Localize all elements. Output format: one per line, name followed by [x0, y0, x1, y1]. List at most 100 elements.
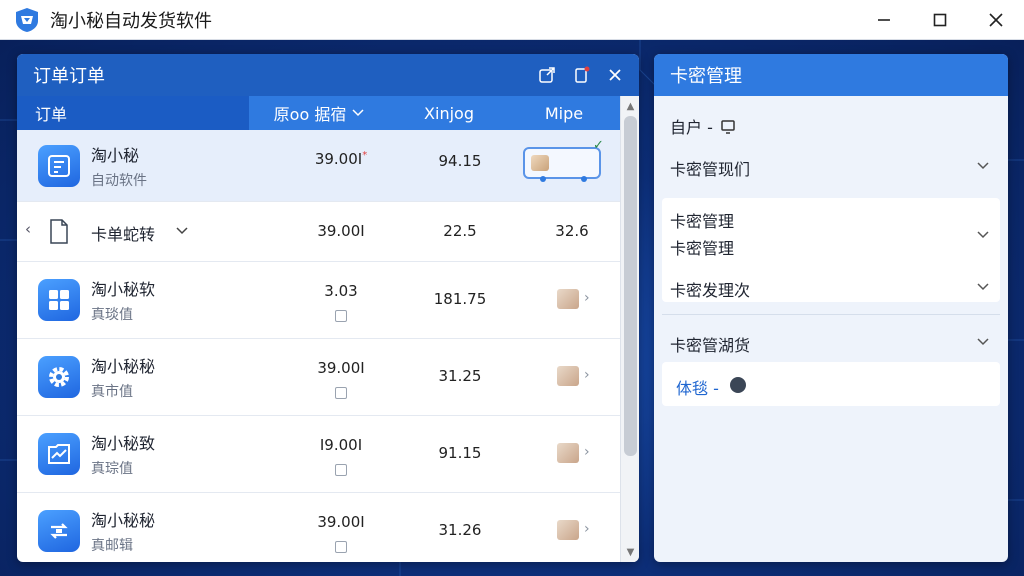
- row-price: 39.00I*: [297, 150, 385, 168]
- refresh-icon: [38, 510, 80, 552]
- export-icon[interactable]: [537, 65, 557, 85]
- scroll-down-icon[interactable]: ▼: [621, 544, 639, 560]
- table-row[interactable]: 淘小秘秘 真市值 39.00I 31.25 ›: [17, 339, 620, 416]
- row-value: 31.26: [438, 521, 482, 539]
- card-panel: 卡密管理 自户 - 卡密管现们 卡密管理 卡密管理 卡密发理次 卡密管湖货 体毯…: [654, 54, 1008, 562]
- link-label[interactable]: 体毯 -: [676, 375, 719, 399]
- chevron-right-icon[interactable]: ›: [584, 367, 590, 383]
- column-header-price[interactable]: 原oo 据宿: [249, 101, 389, 125]
- sub-row-name: 卡单蛇转: [91, 225, 156, 244]
- minimize-button[interactable]: [856, 0, 912, 40]
- close-panel-icon[interactable]: [605, 65, 625, 85]
- delete-icon[interactable]: [571, 65, 591, 85]
- scroll-up-icon[interactable]: ▲: [621, 98, 639, 114]
- vertical-scrollbar[interactable]: ▲ ▼: [620, 96, 639, 562]
- row-subtitle: 真市值: [91, 384, 133, 400]
- handle-dot-icon: [540, 176, 546, 182]
- chevron-down-icon[interactable]: [976, 227, 990, 241]
- table-row[interactable]: 淘小秘致 真琮值 I9.00I 91.15 ›: [17, 416, 620, 493]
- app-icon: [38, 144, 80, 187]
- window-title: 淘小秘自动发货软件: [50, 10, 212, 32]
- row-value: 31.25: [438, 367, 482, 385]
- row-checkbox[interactable]: [335, 541, 347, 553]
- row-subtitle: 自动软件: [91, 173, 147, 189]
- column-header-mipe[interactable]: Mipe: [509, 104, 619, 123]
- title-bar: 淘小秘自动发货软件: [0, 0, 1024, 40]
- row-subtitle: 真琰值: [91, 307, 133, 323]
- column-header-xinjog[interactable]: Xinjog: [389, 104, 509, 123]
- row-name: 淘小秘: [91, 146, 140, 165]
- minimize-icon: [878, 19, 890, 21]
- row-subtitle: 真琮值: [91, 461, 133, 477]
- gear-icon: [38, 356, 80, 398]
- row-price: 39.00I: [317, 359, 365, 377]
- user-label: 自户 -: [670, 118, 713, 137]
- thumbnail-icon: [557, 289, 579, 309]
- order-sub-row[interactable]: ‹ 卡单蛇转 39.00I 22.5 32.6: [17, 202, 620, 262]
- row-name: 淘小秘秘: [91, 357, 156, 376]
- sub-row-mipe: 32.6: [555, 222, 589, 240]
- sub-row-value: 22.5: [443, 222, 477, 240]
- column-header-price-label: 原oo 据宿: [273, 105, 347, 124]
- chevron-right-icon[interactable]: ›: [584, 290, 590, 306]
- row-price: 39.00I: [317, 513, 365, 531]
- monitor-icon: [721, 120, 735, 134]
- row-name: 淘小秘致: [91, 434, 156, 453]
- sub-row-price: 39.00I: [317, 222, 365, 240]
- table-header: 订单 原oo 据宿 Xinjog Mipe: [17, 96, 620, 130]
- maximize-icon: [933, 13, 947, 27]
- row-name: 淘小秘软: [91, 280, 156, 299]
- orders-panel: 订单订单 订单 原oo 据宿 Xinjog Mipe 淘小秘 自动软件 39.0…: [17, 54, 639, 562]
- chart-icon: [38, 433, 80, 475]
- close-icon: [989, 13, 1003, 27]
- order-list: 淘小秘 自动软件 39.00I* 94.15 ✓ ‹ 卡单蛇转 39.00I 2…: [17, 130, 620, 562]
- maximize-button[interactable]: [912, 0, 968, 40]
- chevron-down-icon[interactable]: [976, 279, 990, 293]
- row-checkbox[interactable]: [335, 387, 347, 399]
- thumbnail-icon: [557, 443, 579, 463]
- chevron-left-icon[interactable]: ‹: [25, 220, 31, 238]
- table-row[interactable]: 淘小秘 自动软件 39.00I* 94.15 ✓: [17, 130, 620, 202]
- row-name: 淘小秘秘: [91, 511, 156, 530]
- card-panel-title: 卡密管理: [654, 54, 1008, 96]
- scroll-thumb[interactable]: [624, 116, 637, 456]
- selected-item-box[interactable]: [523, 147, 601, 182]
- orders-panel-header: 订单订单: [17, 54, 639, 96]
- menu-item-label[interactable]: 卡密发理次: [670, 277, 750, 301]
- row-checkbox[interactable]: [335, 310, 347, 322]
- chevron-right-icon[interactable]: ›: [584, 444, 590, 460]
- document-icon: [50, 219, 68, 244]
- row-subtitle: 真邮辑: [91, 538, 133, 554]
- close-window-button[interactable]: [968, 0, 1024, 40]
- chevron-down-icon[interactable]: [976, 158, 990, 172]
- row-checkbox[interactable]: [335, 464, 347, 476]
- chevron-right-icon[interactable]: ›: [584, 521, 590, 537]
- orders-panel-title: 订单订单: [33, 66, 105, 87]
- menu-item-label[interactable]: 卡密管现们: [670, 156, 750, 180]
- check-icon: ✓: [593, 138, 604, 153]
- user-row[interactable]: 自户 -: [670, 114, 736, 138]
- marker-dot-icon: *: [362, 150, 368, 161]
- column-header-order[interactable]: 订单: [17, 96, 249, 130]
- menu-item-label[interactable]: 卡密管湖货: [670, 332, 750, 356]
- info-icon[interactable]: [730, 377, 746, 393]
- menu-item-sublabel: 卡密管理: [670, 239, 735, 258]
- thumbnail-icon: [557, 520, 579, 540]
- table-row[interactable]: 淘小秘软 真琰值 3.03 181.75 ›: [17, 262, 620, 339]
- divider: [662, 314, 1000, 315]
- grid-icon: [38, 279, 80, 321]
- chevron-down-icon[interactable]: [175, 226, 189, 236]
- chevron-down-icon[interactable]: [976, 334, 990, 348]
- row-price: I9.00I: [319, 436, 363, 454]
- app-logo-icon: [16, 7, 38, 32]
- chevron-down-icon: [352, 109, 364, 117]
- row-value: 181.75: [433, 290, 487, 308]
- table-row[interactable]: 淘小秘秘 真邮辑 39.00I 31.26 ›: [17, 493, 620, 562]
- handle-dot-icon: [581, 176, 587, 182]
- row-value: 91.15: [438, 444, 482, 462]
- menu-item-label[interactable]: 卡密管理: [670, 208, 734, 232]
- row-price: 3.03: [324, 282, 358, 300]
- thumbnail-icon: [531, 155, 549, 171]
- row-value: 94.15: [438, 152, 482, 170]
- thumbnail-icon: [557, 366, 579, 386]
